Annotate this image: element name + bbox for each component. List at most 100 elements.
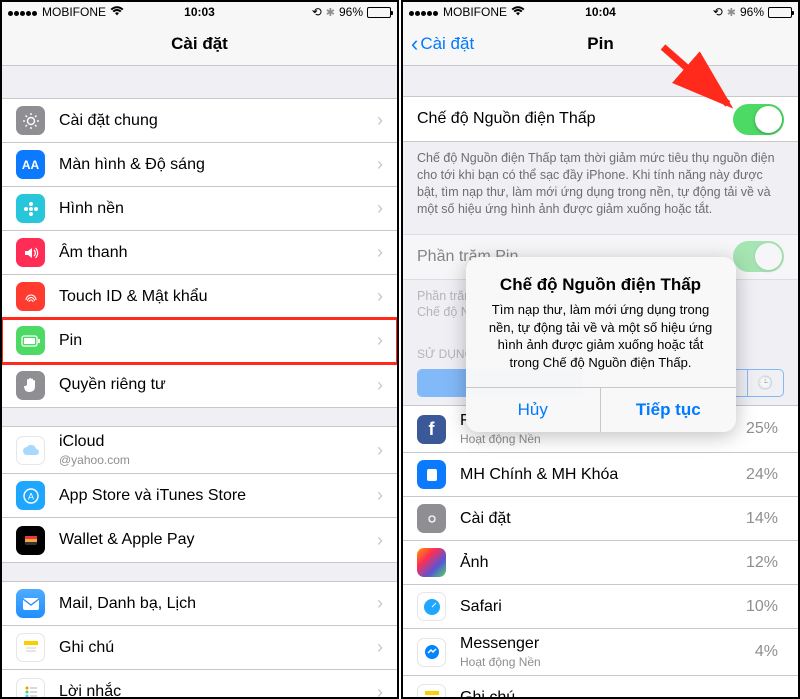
notes-icon <box>417 684 446 697</box>
battery-row-icon <box>16 326 45 355</box>
wifi-icon <box>511 5 525 19</box>
chevron-right-icon: › <box>377 375 383 396</box>
app-name: Messenger <box>460 635 755 653</box>
usage-row[interactable]: Cài đặt 14% <box>403 497 798 541</box>
flower-icon <box>16 194 45 223</box>
alert-confirm-button[interactable]: Tiếp tục <box>600 388 736 432</box>
row-label: Wallet & Apple Pay <box>59 531 377 549</box>
battery-icon <box>367 7 391 18</box>
chevron-right-icon: › <box>377 485 383 506</box>
row-label: App Store và iTunes Store <box>59 487 377 505</box>
battery-icon <box>768 7 792 18</box>
appstore-icon: A <box>16 481 45 510</box>
nav-bar: ‹ Cài đặt Pin <box>403 22 798 66</box>
chevron-right-icon: › <box>377 330 383 351</box>
chevron-right-icon: › <box>377 154 383 175</box>
chevron-right-icon: › <box>377 593 383 614</box>
low-power-toggle[interactable] <box>733 104 784 135</box>
row-low-power-mode[interactable]: Chế độ Nguồn điện Thấp <box>403 97 798 141</box>
settings-list[interactable]: Cài đặt chung › AA Màn hình & Độ sáng › … <box>2 66 397 697</box>
cloud-icon <box>16 436 45 465</box>
alert-cancel-button[interactable]: Hủy <box>466 388 601 432</box>
app-name: Safari <box>460 598 746 616</box>
reminders-icon <box>16 678 45 698</box>
app-name: Ảnh <box>460 554 746 572</box>
app-name: Cài đặt <box>460 510 746 528</box>
gear-icon <box>16 106 45 135</box>
alert-message: Tìm nạp thư, làm mới ứng dụng trong nền,… <box>482 301 720 371</box>
text-size-icon: AA <box>16 150 45 179</box>
row-battery[interactable]: Pin › <box>2 319 397 363</box>
chevron-left-icon: ‹ <box>411 31 418 57</box>
app-pct: 14% <box>746 510 778 528</box>
chevron-right-icon: › <box>377 242 383 263</box>
usage-row[interactable]: Safari 10% <box>403 585 798 629</box>
nav-bar: Cài đặt <box>2 22 397 66</box>
messenger-icon <box>417 638 446 667</box>
row-label: Cài đặt chung <box>59 112 377 130</box>
home-lock-icon <box>417 460 446 489</box>
app-pct: 10% <box>746 598 778 616</box>
carrier-label: MOBIFONE <box>42 5 106 19</box>
chevron-right-icon: › <box>377 286 383 307</box>
carrier-label: MOBIFONE <box>443 5 507 19</box>
photos-icon <box>417 548 446 577</box>
orientation-lock-icon: ⟲ <box>312 5 322 19</box>
chevron-right-icon: › <box>377 530 383 551</box>
row-privacy[interactable]: Quyền riêng tư › <box>2 363 397 407</box>
row-display[interactable]: AA Màn hình & Độ sáng › <box>2 143 397 187</box>
row-wallpaper[interactable]: Hình nền › <box>2 187 397 231</box>
usage-row[interactable]: Ảnh 12% <box>403 541 798 585</box>
orientation-lock-icon: ⟲ <box>713 5 723 19</box>
app-name: MH Chính & MH Khóa <box>460 466 746 484</box>
app-sublabel: Hoạt động Nền <box>460 655 755 669</box>
svg-text:A: A <box>27 491 33 501</box>
chevron-right-icon: › <box>377 637 383 658</box>
row-touchid[interactable]: Touch ID & Mật khẩu › <box>2 275 397 319</box>
hand-icon <box>16 371 45 400</box>
wifi-icon <box>110 5 124 19</box>
alert-title: Chế độ Nguồn điện Thấp <box>482 275 720 295</box>
row-label: Màn hình & Độ sáng <box>59 156 377 174</box>
usage-row[interactable]: Messenger Hoạt động Nền 4% <box>403 629 798 676</box>
status-bar: MOBIFONE 10:04 ⟲ ✱ 96% <box>403 2 798 22</box>
row-notes[interactable]: Ghi chú › <box>2 626 397 670</box>
app-name: Ghi chú <box>460 689 778 697</box>
usage-row[interactable]: MH Chính & MH Khóa 24% <box>403 453 798 497</box>
chevron-right-icon: › <box>377 682 383 698</box>
alert-backdrop: Chế độ Nguồn điện Thấp Tìm nạp thư, làm … <box>403 257 798 432</box>
row-label: iCloud <box>59 433 377 451</box>
row-label: Touch ID & Mật khẩu <box>59 288 377 306</box>
left-screenshot: MOBIFONE 10:03 ⟲ ✱ 96% Cài đặt Cài đặt c… <box>0 0 399 699</box>
row-sounds[interactable]: Âm thanh › <box>2 231 397 275</box>
wallet-icon <box>16 526 45 555</box>
signal-dots-icon <box>409 5 439 19</box>
fingerprint-icon <box>16 282 45 311</box>
app-pct: 4% <box>755 643 778 661</box>
back-button[interactable]: ‹ Cài đặt <box>411 31 474 57</box>
chevron-right-icon: › <box>377 110 383 131</box>
chevron-right-icon: › <box>377 198 383 219</box>
row-mail[interactable]: Mail, Danh bạ, Lịch › <box>2 582 397 626</box>
status-time: 10:04 <box>585 5 616 19</box>
right-screenshot: MOBIFONE 10:04 ⟲ ✱ 96% ‹ Cài đặt Pin Chế… <box>401 0 800 699</box>
bluetooth-icon: ✱ <box>326 6 335 19</box>
back-label: Cài đặt <box>420 34 474 54</box>
speaker-icon <box>16 238 45 267</box>
row-label: Pin <box>59 332 377 350</box>
low-power-description: Chế độ Nguồn điện Thấp tạm thời giảm mức… <box>403 142 798 230</box>
app-pct: 12% <box>746 554 778 572</box>
row-wallet[interactable]: Wallet & Apple Pay › <box>2 518 397 562</box>
row-appstore[interactable]: A App Store và iTunes Store › <box>2 474 397 518</box>
page-title: Cài đặt <box>171 34 228 54</box>
usage-row[interactable]: Ghi chú <box>403 676 798 697</box>
row-label: Lời nhắc <box>59 683 377 697</box>
row-label: Âm thanh <box>59 244 377 262</box>
row-icloud[interactable]: iCloud @yahoo.com › <box>2 427 397 474</box>
notes-icon <box>16 633 45 662</box>
row-general[interactable]: Cài đặt chung › <box>2 99 397 143</box>
chevron-right-icon: › <box>377 440 383 461</box>
row-reminders[interactable]: Lời nhắc › <box>2 670 397 697</box>
app-sublabel: Hoạt động Nền <box>460 432 746 446</box>
signal-dots-icon <box>8 5 38 19</box>
